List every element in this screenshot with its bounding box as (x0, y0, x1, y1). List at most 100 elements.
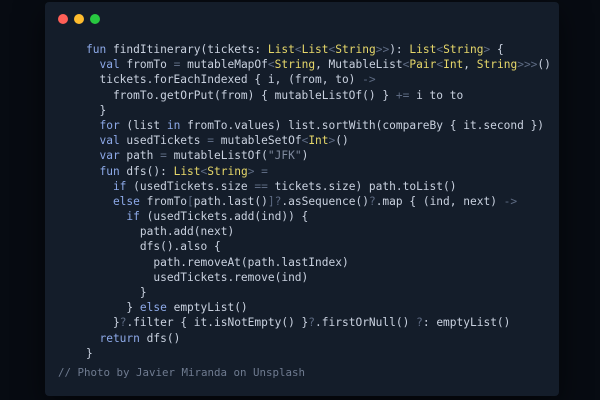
code-token: String (207, 164, 248, 178)
code-token: emptyList() (173, 301, 248, 315)
code-token: String (476, 58, 518, 72)
code-token: if (86, 210, 147, 224)
close-icon[interactable] (58, 14, 68, 24)
code-token: } (86, 286, 147, 299)
code-token: List (301, 43, 329, 56)
code-line: dfs().also { (86, 239, 551, 254)
code-token: fromTo (126, 58, 174, 72)
code-token: (list (126, 118, 167, 132)
code-line: path.add(next) (86, 224, 551, 239)
code-token: mutableMapOf (187, 58, 268, 72)
code-line: } (86, 346, 551, 361)
code-token: : emptyList() (422, 316, 511, 330)
code-token: , MutableList (315, 58, 403, 72)
code-token: usedTickets (126, 134, 208, 148)
code-token: var (86, 149, 127, 163)
code-token: () (335, 134, 349, 148)
photo-credit-caption: // Photo by Javier Miranda on Unsplash (58, 366, 306, 379)
code-token: findItinerary(tickets: (112, 43, 268, 56)
code-token: () (537, 58, 551, 72)
code-token: } (86, 316, 120, 330)
code-token: path (126, 149, 161, 163)
code-token: path.removeAt(path.lastIndex) (86, 255, 349, 269)
code-token: -> (362, 73, 376, 87)
code-token: String (335, 43, 376, 56)
code-token: .map { (ind, next) (375, 194, 504, 208)
code-line: } (86, 285, 551, 300)
code-line: for (list in fromTo.values) list.sortWit… (86, 118, 551, 133)
code-token: = (207, 134, 221, 148)
code-token: for (86, 118, 127, 132)
code-token: List (173, 164, 201, 178)
code-token: mutableListOf( (173, 149, 268, 163)
code-token: tickets.size) path.toList() (274, 179, 457, 193)
code-token: fun (86, 164, 127, 178)
code-token: fun (86, 43, 113, 56)
code-token: val (86, 134, 127, 148)
code-line: var path = mutableListOf("JFK") (86, 148, 551, 163)
code-token: path.last() (193, 194, 268, 208)
code-line: return dfs() (86, 331, 551, 346)
code-token: else (86, 194, 147, 208)
code-token: ]? (267, 194, 282, 208)
code-token: List (267, 43, 295, 56)
code-line: }?.filter { it.isNotEmpty() }?.firstOrNu… (86, 315, 551, 330)
code-token: .firstOrNull() (315, 316, 417, 330)
code-token: tickets.forEachIndexed { i, (from, to) (86, 73, 363, 87)
code-token: == (254, 179, 275, 193)
code-token: String (443, 43, 484, 56)
code-line: if (usedTickets.size == tickets.size) pa… (86, 179, 551, 194)
code-line: usedTickets.remove(ind) (86, 270, 551, 285)
code-token: = (160, 149, 174, 163)
code-token: ) (301, 149, 309, 163)
code-line: fromTo.getOrPut(from) { mutableListOf() … (86, 88, 551, 103)
code-token: ? (416, 316, 423, 330)
code-block: fun findItinerary(tickets: List<List<Str… (86, 42, 551, 361)
code-token: < (294, 43, 302, 56)
code-token: "JFK" (267, 149, 302, 163)
code-token: in (166, 118, 188, 132)
code-token: List (409, 43, 437, 56)
code-token: } (86, 346, 93, 360)
code-token: { (490, 43, 504, 56)
code-token: dfs() (146, 331, 181, 345)
code-line: if (usedTickets.add(ind)) { (86, 209, 551, 224)
code-token: > = (247, 164, 268, 178)
code-token: path.add(next) (86, 225, 235, 239)
minimize-icon[interactable] (74, 14, 84, 24)
code-token: -> (503, 194, 518, 208)
code-token: dfs(): (126, 164, 174, 178)
code-window: fun findItinerary(tickets: List<List<Str… (45, 2, 559, 396)
code-token: if (86, 179, 134, 193)
maximize-icon[interactable] (90, 14, 100, 24)
code-line: } (86, 103, 551, 118)
code-token: } (86, 301, 140, 315)
code-token: >>> (517, 58, 538, 72)
code-token: fromTo.getOrPut(from) { mutableListOf() … (86, 88, 396, 102)
code-token: mutableSetOf (220, 134, 302, 148)
code-line: else fromTo[path.last()]?.asSequence()?.… (86, 194, 551, 209)
code-token: < (267, 58, 275, 72)
code-token: Int (443, 58, 464, 72)
code-token: ): (389, 43, 410, 56)
code-token: .asSequence() (281, 194, 369, 208)
code-token: >> (375, 43, 390, 56)
code-token: fromTo.values) list.sortWith(compareBy {… (187, 118, 545, 132)
code-token: (usedTickets.add(ind)) { (146, 210, 309, 224)
code-line: tickets.forEachIndexed { i, (from, to) -… (86, 72, 551, 87)
code-token: (usedTickets.size (133, 179, 255, 193)
code-token: Pair (409, 58, 437, 72)
code-token: = (173, 58, 188, 72)
code-token: i to to (416, 88, 464, 102)
code-line: fun dfs(): List<String> = (86, 164, 551, 179)
code-line: val usedTickets = mutableSetOf<Int>() (86, 133, 551, 148)
code-line: path.removeAt(path.lastIndex) (86, 255, 551, 270)
code-token: val (86, 58, 127, 72)
code-line: fun findItinerary(tickets: List<List<Str… (86, 42, 551, 57)
code-token: += (395, 88, 417, 102)
code-token: else (139, 301, 174, 315)
code-token: return (86, 331, 147, 345)
code-token: String (274, 58, 316, 72)
code-token: } (86, 103, 107, 117)
code-line: } else emptyList() (86, 300, 551, 315)
